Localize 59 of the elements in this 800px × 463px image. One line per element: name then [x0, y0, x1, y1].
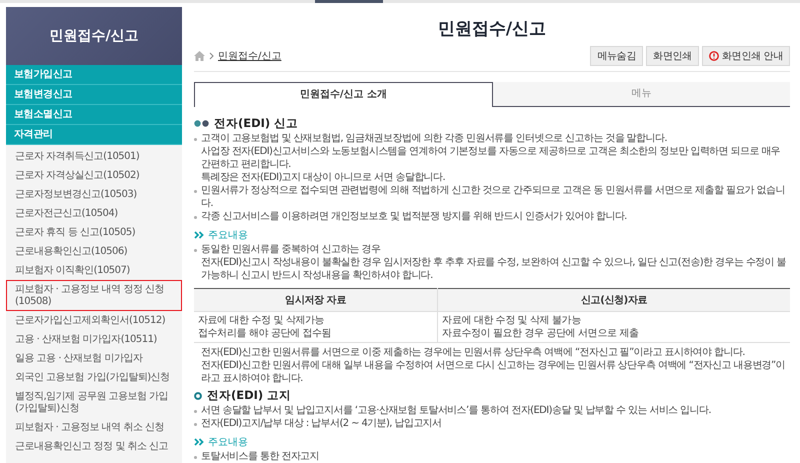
bullet-icon — [194, 216, 197, 218]
sidebar-item[interactable]: 근로자정보변경신고(10503) — [6, 185, 182, 204]
body-text: 각종 신고서비스를 이용하려면 개인정보보호 및 법적분쟁 방지를 위해 반드시 인증서가 있어야 합니다. — [201, 210, 627, 223]
sidebar-item[interactable]: 외국인 고용보험 가입(가입탈퇴)신청 — [6, 368, 182, 387]
sidebar-item[interactable]: 근로자 휴직 등 신고(10505) — [6, 223, 182, 242]
sidebar-item[interactable]: 근로자 자격상실신고(10502) — [6, 166, 182, 185]
active-nav-indicator — [315, 0, 383, 3]
bullet-icon — [194, 422, 197, 426]
alert-icon — [708, 51, 719, 61]
sidebar-item[interactable]: 별정직,임기제 공무원 고용보험 가입(가입탈퇴)신청 — [6, 387, 182, 418]
home-icon[interactable] — [194, 51, 205, 61]
double-chevron-icon — [194, 438, 204, 446]
toolbar-button[interactable]: 화면인쇄 — [646, 46, 699, 66]
section-heading: 전자(EDI) 고지 — [207, 388, 292, 403]
sidebar-item[interactable]: 근로자가입신고제외확인서(10512) — [6, 311, 182, 330]
body-text: 민원서류가 정상적으로 접수되면 관련법령에 의해 적법하게 신고한 것으로 간주되므로 고객은 동 민원서류를 서면으로 제출할 필요가 없습니다. — [201, 184, 786, 210]
bullet-icon — [194, 138, 197, 140]
sidebar-item[interactable]: 일용 고용 · 산재보험 미가입자 — [6, 349, 182, 368]
body-text: 전자(EDI)고지/납부 대상 : 납부서(2 ~ 4기분), 납입고지서 — [201, 417, 442, 430]
toolbar-button[interactable]: 화면인쇄 안내 — [702, 46, 790, 66]
bullet-icon — [194, 410, 197, 412]
bullet-icon — [194, 248, 197, 252]
body-text: 동일한 민원서류를 중복하여 신고하는 경우 — [201, 243, 382, 256]
body-text: 사업장 전자(EDI)신고서비스와 노동보험시스템을 연계하여 기본정보를 자동으로 제공하므로 고객은 최소한의 정보만 입력하면 되므로 매우 간편하고 편리합니다. — [201, 145, 782, 171]
page-title: 민원접수/신고 — [436, 18, 548, 40]
sidebar-title: 민원접수/신고 — [6, 7, 182, 65]
sidebar-item[interactable]: 근로자 자격취득신고(10501) — [6, 147, 182, 166]
tab[interactable]: 민원접수/신고 소개 — [194, 82, 493, 107]
subsection-heading: 주요내용 — [208, 436, 248, 449]
sidebar-item[interactable]: 근로내용확인신고(10506) — [6, 242, 182, 261]
section-heading: 전자(EDI) 신고 — [214, 116, 298, 131]
table-cell: 자료수정이 필요한 경우 공단에 서면으로 제출 — [438, 327, 790, 342]
column-header: 신고(신청)자료 — [438, 288, 790, 312]
body-text: 전자(EDI)신고시 작성내용이 불확실한 경우 임시저장한 후 추후 자료를 수정, 보완하여 신고할 수 있으나, 일단 신고(전송)한 경우는 수정이 불가능하니 신고시 반드시 작성내용을 확인하셔야 합니다. — [201, 256, 787, 282]
double-dot-icon — [194, 120, 209, 127]
chevron-right-icon — [209, 52, 214, 60]
toolbar-button[interactable]: 메뉴숨김 — [590, 46, 644, 66]
body-text: 특례장은 전자(EDI)고지 대상이 아니므로 서면 송달합니다. — [201, 171, 446, 184]
column-header: 임시저장 자료 — [194, 288, 438, 312]
sidebar-item[interactable]: 근로자전근신고(10504) — [6, 204, 182, 223]
ring-icon — [194, 392, 202, 400]
table-cell: 접수처리를 해야 공단에 접수됨 — [194, 327, 438, 342]
table-cell: 자료에 대한 수정 및 삭제 불가능 — [438, 312, 790, 327]
sidebar-item[interactable]: 고용 · 산재보험 미가입자(10511) — [6, 330, 182, 349]
body-text: 전자(EDI)신고한 민원서류를 서면으로 이중 제출하는 경우에는 민원서류 상단우측 여백에 “전자신고 필”이라고 표시하여야 합니다. — [201, 346, 746, 359]
body-text: 전자(EDI)신고한 민원서류에 대해 일부 내용을 수정하여 서면으로 다시 신고하는 경우에는 민원서류 상단우측 여백에 “전자신고 내용변경”이라고 표시하여야 합니다. — [201, 359, 786, 385]
body-text: 서면 송달할 납부서 및 납입고지서를 ‘고용·산재보험 토탈서비스’를 통하여 전자(EDI)송달 및 납부할 수 있는 서비스 입니다. — [201, 404, 711, 417]
body-text: 고객이 고용보험법 및 산재보험법, 임금채권보장법에 의한 각종 민원서류를 인터넷으로 신고하는 것을 말합니다. — [201, 132, 668, 145]
sidebar-item[interactable]: 피보험자 이직확인(10507) — [6, 261, 182, 280]
bullet-icon — [194, 190, 197, 192]
table-cell: 자료에 대한 수정 및 삭제가능 — [194, 312, 438, 327]
sidebar-item[interactable]: 근로내용확인신고 정정 및 취소 신고 — [6, 437, 182, 456]
double-chevron-icon — [194, 231, 204, 239]
body-text: 토탈서비스를 통한 전자고지 — [201, 450, 319, 463]
sidebar-item[interactable]: 피보험자 · 고용정보 내역 취소 신청 — [6, 418, 182, 437]
subsection-heading: 주요내용 — [208, 229, 248, 242]
breadcrumb-link[interactable]: 민원접수/신고 — [218, 49, 282, 63]
bullet-icon — [194, 456, 197, 458]
sidebar-item[interactable]: 피보험자 · 고용정보 내역 정정 신청(10508) — [6, 280, 182, 311]
